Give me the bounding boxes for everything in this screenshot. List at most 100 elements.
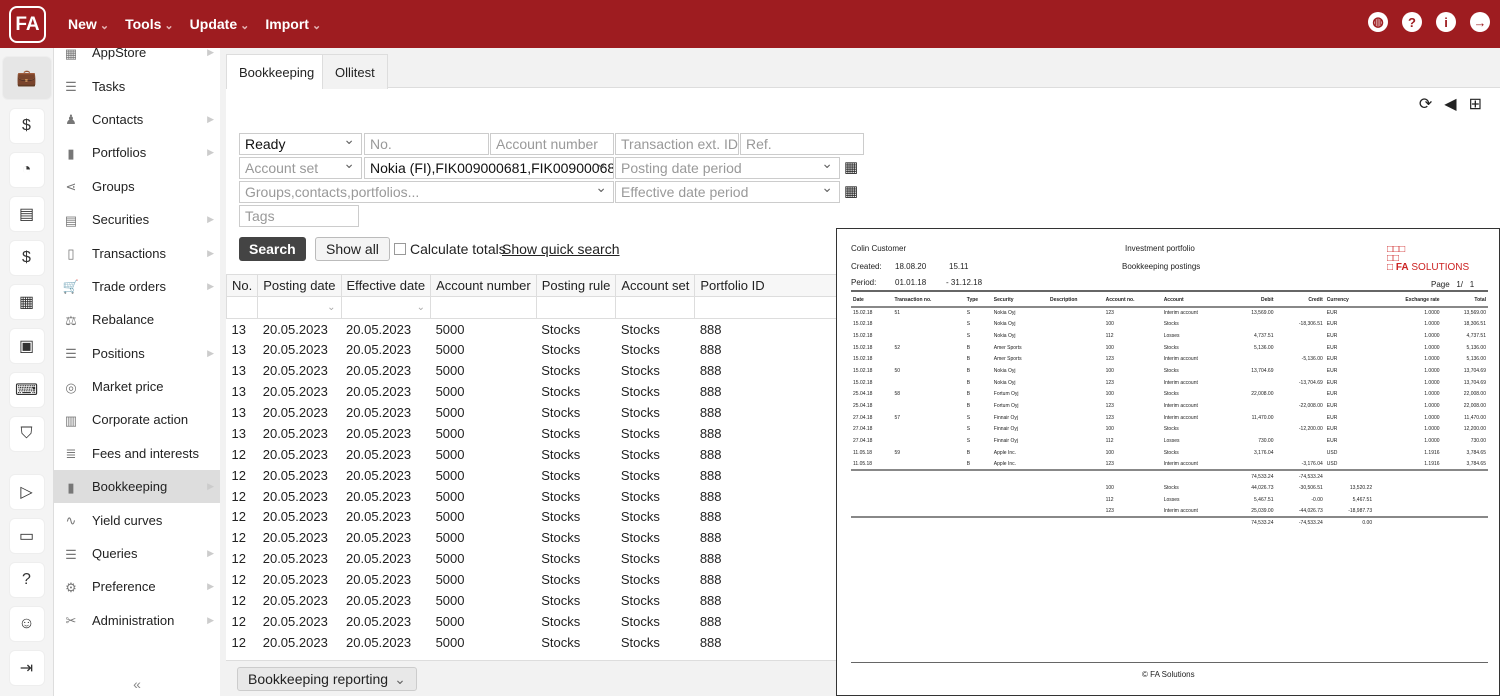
sidebar-item-transactions[interactable]: ▯ Transactions ▶ <box>54 236 220 269</box>
column-header[interactable]: Effective date <box>340 274 432 297</box>
effective-date-period-select[interactable]: Effective date period <box>615 181 840 203</box>
transaction-ext-id-input[interactable]: Transaction ext. ID <box>615 133 739 155</box>
globe-icon[interactable]: ◍ <box>1368 12 1388 32</box>
tags-input[interactable]: Tags <box>239 205 359 227</box>
account-number-input[interactable]: Account number <box>490 133 614 155</box>
refresh-icon[interactable]: ⟳ <box>1419 94 1432 114</box>
table-row[interactable]: 13 20.05.2023 20.05.2023 5000 Stocks Stocks 88… <box>227 402 888 423</box>
sidebar-item-appstore[interactable]: ▦ AppStore ▶ <box>54 36 220 69</box>
column-filter[interactable] <box>694 296 838 319</box>
report-row: 27.04.18 S Finnair Oyj 112 Losses 730.00 EUR 1.… <box>851 435 1488 447</box>
logout-icon[interactable]: → <box>1470 12 1490 32</box>
expand-icon[interactable]: ⊞ <box>1469 94 1482 114</box>
security-select[interactable]: Nokia (FI),FIK009000681,FIK00900068 <box>364 157 614 179</box>
column-header[interactable]: Account number <box>430 274 537 297</box>
sidebar-item-bookkeeping[interactable]: ▮ Bookkeeping ▶ <box>54 470 220 504</box>
show-quick-search-link[interactable]: Show quick search <box>502 237 620 261</box>
table-row[interactable]: 12 20.05.2023 20.05.2023 5000 Stocks Stocks 88… <box>227 486 888 507</box>
column-header[interactable]: Account set <box>615 274 696 297</box>
column-header[interactable]: Portfolio ID <box>694 274 838 297</box>
table-row[interactable]: 12 20.05.2023 20.05.2023 5000 Stocks Stocks 88… <box>227 611 888 632</box>
money-icon[interactable]: ▤ <box>8 196 45 232</box>
calendar-icon[interactable]: ▦ <box>844 182 858 200</box>
column-filter[interactable] <box>225 296 259 319</box>
menu-import[interactable]: Import <box>265 16 321 32</box>
table-cell: 20.05.2023 <box>262 321 328 337</box>
show-all-button[interactable]: Show all <box>315 237 390 261</box>
logout-icon[interactable]: ⇥ <box>8 650 45 686</box>
no-input[interactable]: No. <box>364 133 489 155</box>
report-cell <box>1442 494 1488 506</box>
menu-new[interactable]: New <box>68 16 109 32</box>
back-icon[interactable]: ◀ <box>1444 94 1456 114</box>
info-icon[interactable]: i <box>1436 12 1456 32</box>
sidebar-item-securities[interactable]: ▤ Securities ▶ <box>54 203 220 236</box>
column-filter[interactable]: ⌄ <box>257 296 342 319</box>
table-row[interactable]: 12 20.05.2023 20.05.2023 5000 Stocks Stocks 88… <box>227 569 888 590</box>
hand-money-icon[interactable]: $ <box>8 240 45 276</box>
collapse-sidebar-button[interactable]: « <box>54 676 220 692</box>
column-header[interactable]: Posting date <box>257 274 342 297</box>
table-row[interactable]: 12 20.05.2023 20.05.2023 5000 Stocks Stocks 88… <box>227 632 888 653</box>
help-icon[interactable]: ? <box>1402 12 1422 32</box>
chevron-right-icon: ▶ <box>207 581 214 592</box>
sidebar-item-preference[interactable]: ⚙ Preference ▶ <box>54 570 220 603</box>
play-icon[interactable]: ▷ <box>8 474 45 510</box>
report-cell: Stocks <box>1163 367 1179 374</box>
table-row[interactable]: 13 20.05.2023 20.05.2023 5000 Stocks Stocks 88… <box>227 360 888 381</box>
posting-date-period-select[interactable]: Posting date period <box>615 157 840 179</box>
sidebar-item-contacts[interactable]: ♟ Contacts ▶ <box>54 103 220 136</box>
sidebar-item-portfolios[interactable]: ▮ Portfolios ▶ <box>54 136 220 169</box>
table-row[interactable]: 13 20.05.2023 20.05.2023 5000 Stocks Stocks 88… <box>227 423 888 444</box>
user-icon[interactable]: ☺ <box>8 606 45 642</box>
table-row[interactable]: 12 20.05.2023 20.05.2023 5000 Stocks Stocks 88… <box>227 465 888 486</box>
calculator-icon[interactable]: ▣ <box>8 328 45 364</box>
sidebar-item-market-price[interactable]: ◎ Market price <box>54 370 220 403</box>
sidebar-item-administration[interactable]: ✂ Administration ▶ <box>54 604 220 637</box>
column-filter[interactable] <box>430 296 537 319</box>
sidebar-item-queries[interactable]: ☰ Queries ▶ <box>54 537 220 570</box>
table-row[interactable]: 12 20.05.2023 20.05.2023 5000 Stocks Stocks 88… <box>227 507 888 528</box>
account-set-select[interactable]: Account set <box>239 157 362 179</box>
table-row[interactable]: 12 20.05.2023 20.05.2023 5000 Stocks Stocks 88… <box>227 590 888 611</box>
column-header[interactable]: No. <box>225 274 259 297</box>
table-row[interactable]: 12 20.05.2023 20.05.2023 5000 Stocks Stocks 88… <box>227 548 888 569</box>
ticket-icon[interactable]: ▭ <box>8 518 45 554</box>
sidebar-item-groups[interactable]: ⋖ Groups <box>54 170 220 203</box>
menu-update[interactable]: Update <box>190 16 250 32</box>
column-filter[interactable] <box>535 296 617 319</box>
sidebar-item-tasks[interactable]: ☰ Tasks <box>54 69 220 102</box>
table-row[interactable]: 13 20.05.2023 20.05.2023 5000 Stocks Stocks 88… <box>227 381 888 402</box>
briefcase-icon[interactable]: 💼 <box>1 56 52 100</box>
tab-bookkeeping[interactable]: Bookkeeping <box>226 54 328 89</box>
ref-input[interactable]: Ref. <box>740 133 864 155</box>
sidebar-item-yield-curves[interactable]: ∿ Yield curves <box>54 503 220 536</box>
contact-money-icon[interactable]: $ <box>8 108 45 144</box>
fa-logo[interactable]: FA <box>9 6 46 43</box>
table-row[interactable]: 12 20.05.2023 20.05.2023 5000 Stocks Stocks 88… <box>227 527 888 548</box>
laptop-code-icon[interactable]: ⌨ <box>8 372 45 408</box>
calculate-totals-checkbox[interactable]: Calculate totals <box>394 237 506 261</box>
sidebar-item-fees-and-interests[interactable]: ≣ Fees and interests <box>54 437 220 470</box>
status-select[interactable]: Ready <box>239 133 362 155</box>
table-row[interactable]: 13 20.05.2023 20.05.2023 5000 Stocks Stocks 88… <box>227 319 888 340</box>
question-icon[interactable]: ? <box>8 562 45 598</box>
tab-ollitest[interactable]: Ollitest <box>322 54 388 89</box>
table-row[interactable]: 13 20.05.2023 20.05.2023 5000 Stocks Stocks 88… <box>227 339 888 360</box>
column-filter[interactable]: ⌄ <box>340 296 432 319</box>
sidebar-item-positions[interactable]: ☰ Positions ▶ <box>54 337 220 370</box>
menu-tools[interactable]: Tools <box>125 16 174 32</box>
calendar-icon[interactable]: ▦ <box>844 158 858 176</box>
sidebar-item-rebalance[interactable]: ⚖ Rebalance <box>54 303 220 336</box>
table-row[interactable]: 12 20.05.2023 20.05.2023 5000 Stocks Stocks 88… <box>227 444 888 465</box>
column-header[interactable]: Posting rule <box>535 274 617 297</box>
sidebar-item-trade-orders[interactable]: 🛒 Trade orders ▶ <box>54 270 220 303</box>
report-chart-icon[interactable]: ◔ <box>8 152 45 188</box>
column-filter[interactable] <box>615 296 696 319</box>
shield-icon[interactable]: ⛉ <box>8 416 45 452</box>
bookkeeping-reporting-select[interactable]: Bookkeeping reporting ⌄ <box>237 667 417 691</box>
sidebar-item-corporate-action[interactable]: ▥ Corporate action <box>54 403 220 436</box>
search-button[interactable]: Search <box>239 237 306 261</box>
building-icon[interactable]: ▦ <box>8 284 45 320</box>
groups-contacts-portfolios-select[interactable]: Groups,contacts,portfolios... <box>239 181 614 203</box>
